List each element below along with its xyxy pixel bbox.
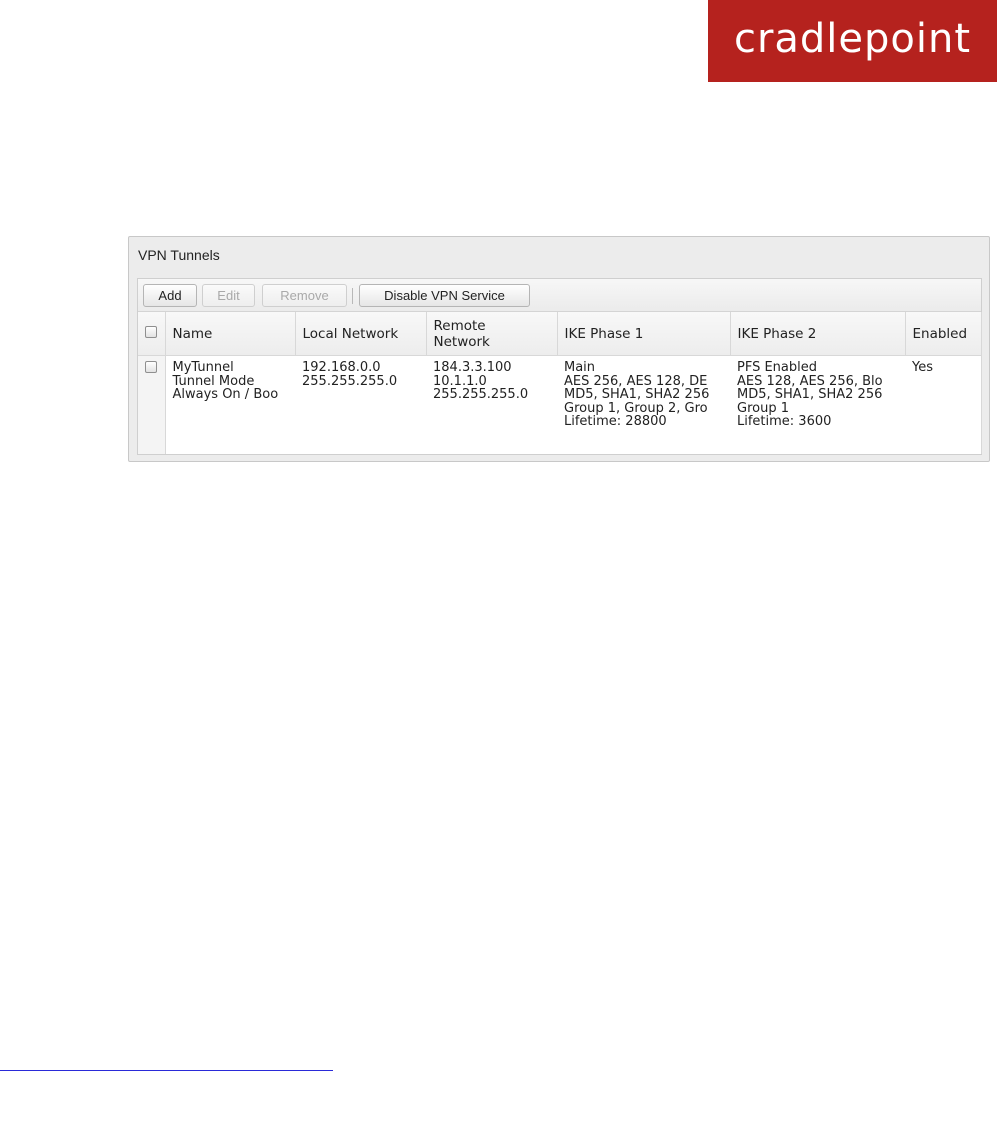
logo-text: cradlepoint [733,16,972,62]
name-line: Tunnel Mode [172,373,255,389]
column-header-remote-network[interactable]: Remote Network [426,312,558,356]
local-line: 255.255.255.0 [302,373,398,389]
table-row[interactable]: MyTunnel Tunnel Mode Always On / Boo 192… [138,355,982,454]
remote-header-line-2: Network [433,333,490,350]
column-header-ike-phase-1[interactable]: IKE Phase 1 [557,312,731,356]
add-button[interactable]: Add [143,284,197,307]
column-header-enabled[interactable]: Enabled [905,312,982,356]
ike2-line: PFS Enabled [737,360,818,375]
column-header-name[interactable]: Name [165,312,296,356]
name-cell: MyTunnel Tunnel Mode Always On / Boo [165,355,295,454]
footnote-divider [0,1070,333,1071]
toolbar-separator [352,288,353,304]
local-line: 192.168.0.0 [302,360,381,375]
column-header-ike-phase-2[interactable]: IKE Phase 2 [730,312,906,356]
toolbar: Add Edit Remove Disable VPN Service [138,279,981,312]
ike-phase-1-cell: Main AES 256, AES 128, DE MD5, SHA1, SHA… [557,355,730,454]
edit-button[interactable]: Edit [202,284,255,307]
enabled-cell: Yes [905,355,982,454]
ike1-line: AES 256, AES 128, DE [564,373,708,389]
remote-line: 255.255.255.0 [433,387,529,402]
remove-button[interactable]: Remove [262,284,347,307]
vpn-tunnels-table: Name Local Network Remote Network IKE Ph… [138,312,982,454]
select-all-checkbox[interactable] [145,325,158,338]
row-select-cell [138,355,166,454]
ike-phase-2-cell: PFS Enabled AES 128, AES 256, Blo MD5, S… [730,355,905,454]
ike2-line: AES 128, AES 256, Blo [737,373,883,389]
ike2-line: Lifetime: 3600 [737,414,832,429]
name-line: Always On / Boo [172,387,279,402]
remote-line: 184.3.3.100 [433,360,512,375]
remote-header-line-1: Remote [433,317,486,334]
name-line: MyTunnel [172,360,234,375]
ike1-line: Group 1, Group 2, Gro [564,400,708,416]
ike2-line: Group 1 [737,400,789,416]
panel-title: VPN Tunnels [138,247,220,263]
local-network-cell: 192.168.0.0 255.255.255.0 [295,355,426,454]
cradlepoint-logo: cradlepoint [708,0,997,82]
ike1-line: MD5, SHA1, SHA2 256 [564,387,710,402]
ike1-line: Lifetime: 28800 [564,414,667,429]
table-header-row: Name Local Network Remote Network IKE Ph… [138,312,982,356]
row-checkbox[interactable] [145,361,158,373]
disable-vpn-service-button[interactable]: Disable VPN Service [359,284,530,307]
vpn-tunnels-grid: Add Edit Remove Disable VPN Service Name… [137,278,982,455]
remote-line: 10.1.1.0 [433,373,487,389]
vpn-tunnels-panel: VPN Tunnels Add Edit Remove Disable VPN … [128,236,990,462]
ike1-line: Main [564,360,596,375]
select-all-header [138,312,166,356]
ike2-line: MD5, SHA1, SHA2 256 [737,387,883,402]
column-header-local-network[interactable]: Local Network [295,312,427,356]
remote-network-cell: 184.3.3.100 10.1.1.0 255.255.255.0 [426,355,557,454]
